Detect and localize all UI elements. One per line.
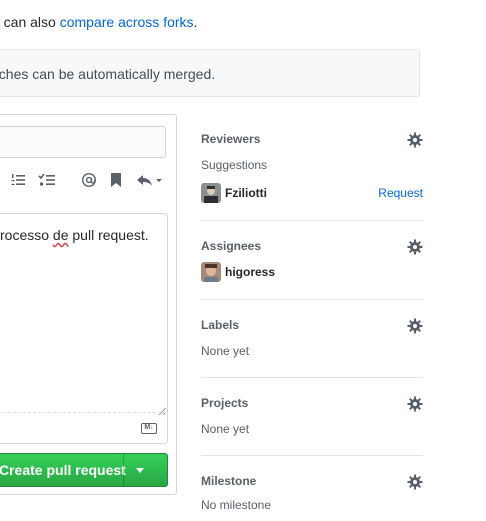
request-review-link[interactable]: Request <box>378 186 423 200</box>
gear-icon[interactable] <box>407 396 423 412</box>
markdown-toolbar <box>0 168 170 196</box>
compare-hint: n can also compare across forks. <box>0 14 197 30</box>
body-textarea[interactable] <box>0 213 168 444</box>
button-divider <box>123 454 124 486</box>
milestone-title: Milestone <box>201 474 257 488</box>
avatar <box>201 183 221 203</box>
suggestions-label: Suggestions <box>201 158 268 172</box>
resize-grip-icon[interactable] <box>158 402 167 416</box>
reviewers-title: Reviewers <box>201 132 261 146</box>
title-input[interactable] <box>0 126 166 158</box>
create-pull-request-button[interactable]: Create pull request <box>0 453 168 487</box>
suggested-reviewer-row: Fziliotti Request <box>201 183 423 203</box>
gear-icon[interactable] <box>407 239 423 255</box>
markdown-icon[interactable]: M↓ <box>141 423 157 434</box>
chevron-down-icon[interactable] <box>136 468 144 473</box>
assignee-row: higoress <box>201 262 275 282</box>
body-text-part: rocesso <box>0 227 53 243</box>
projects-value: None yet <box>201 422 250 436</box>
labels-value: None yet <box>201 344 250 358</box>
projects-section: Projects None yet <box>201 378 423 456</box>
gear-icon[interactable] <box>407 132 423 148</box>
labels-title: Labels <box>201 318 240 332</box>
textarea-divider <box>0 412 166 413</box>
sidebar: Reviewers Suggestions Fziliotti Request … <box>201 128 423 521</box>
create-pull-request-label: Create pull request <box>0 462 126 478</box>
gear-icon[interactable] <box>407 474 423 490</box>
reply-icon[interactable] <box>136 172 164 192</box>
compare-suffix: . <box>193 14 198 30</box>
pull-request-page: n can also compare across forks. nches c… <box>0 0 486 521</box>
saved-reply-icon[interactable] <box>109 172 123 192</box>
assignee-name[interactable]: higoress <box>225 265 275 279</box>
compare-prefix: n can also <box>0 14 56 30</box>
task-list-icon[interactable] <box>38 172 56 192</box>
misspelled-word: de <box>52 227 69 243</box>
body-text-part: pull request. <box>68 227 149 243</box>
assignees-section: Assignees higoress <box>201 221 423 300</box>
ordered-list-icon[interactable] <box>10 172 26 192</box>
reviewers-section: Reviewers Suggestions Fziliotti Request <box>201 128 423 221</box>
merge-status-text: nches can be automatically merged. <box>0 66 216 82</box>
milestone-section: Milestone No milestone <box>201 456 423 521</box>
milestone-value: No milestone <box>201 498 272 512</box>
gear-icon[interactable] <box>407 318 423 334</box>
mention-icon[interactable] <box>81 172 97 192</box>
assignees-title: Assignees <box>201 239 262 253</box>
body-text: rocesso de pull request. <box>0 227 149 243</box>
suggested-reviewer-name[interactable]: Fziliotti <box>225 186 267 200</box>
labels-section: Labels None yet <box>201 300 423 378</box>
projects-title: Projects <box>201 396 249 410</box>
avatar <box>201 262 221 282</box>
merge-status-box: nches can be automatically merged. <box>0 49 420 97</box>
compare-across-forks-link[interactable]: compare across forks <box>60 14 194 30</box>
